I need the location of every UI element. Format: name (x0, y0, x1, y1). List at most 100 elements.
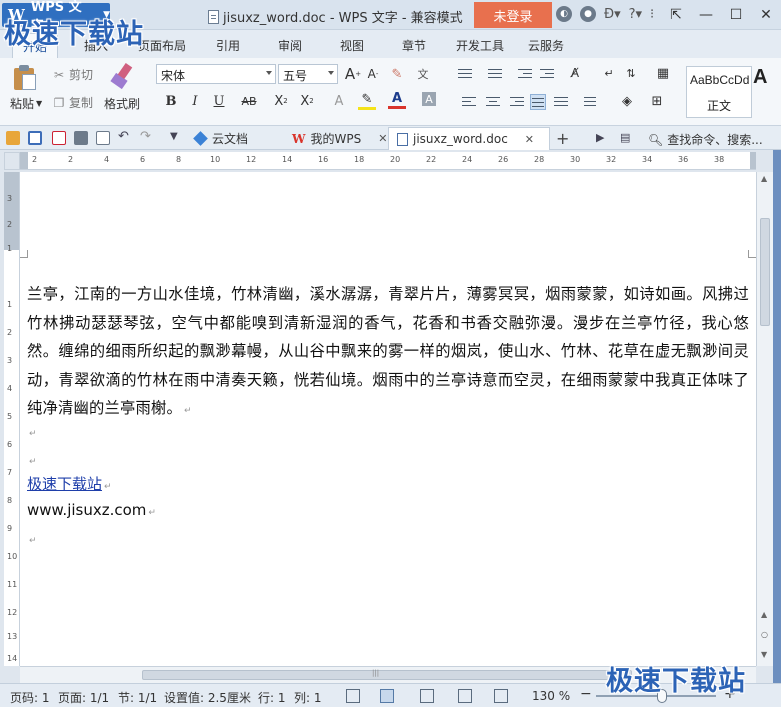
document-page[interactable]: 兰亭，江南的一方山水佳境，竹林清幽，溪水潺潺，青翠片片，薄雾冥冥，烟雨蒙蒙，如诗… (20, 172, 756, 666)
increase-indent-icon[interactable] (540, 68, 554, 80)
border-icon[interactable]: ⊞ (648, 92, 666, 110)
vertical-scrollbar[interactable]: ▲ ▲ ○ ▼ (756, 172, 773, 666)
style-normal[interactable]: AaBbCcDd 正文 (686, 66, 752, 118)
ruler-tick: 4 (7, 384, 13, 393)
bold-icon[interactable]: B (162, 92, 180, 110)
help-icon[interactable]: ?▾ (629, 6, 642, 22)
status-row: 行: 1 (258, 691, 286, 705)
paragraph-shading-icon[interactable]: ◈ (618, 92, 636, 110)
zoom-out-icon[interactable]: − (580, 686, 592, 702)
style-next[interactable]: A (753, 66, 767, 89)
font-name-select[interactable]: 宋体 (156, 64, 276, 84)
show-marks-icon[interactable]: ↵ (600, 64, 618, 82)
hyperlink[interactable]: 极速下载站 (27, 475, 102, 493)
more-icon[interactable]: ⁝ (650, 6, 654, 22)
format-painter-button[interactable]: 格式刷 (104, 95, 140, 112)
doc-tab-jisuxz[interactable]: jisuxz_word.doc ✕ (388, 127, 550, 150)
strikethrough-icon[interactable]: AB (240, 92, 258, 110)
body-paragraph[interactable]: 兰亭，江南的一方山水佳境，竹林清幽，溪水潺潺，青翠片片，薄雾冥冥，烟雨蒙蒙，如诗… (27, 280, 749, 426)
tab-cloud-service[interactable]: 云服务 (522, 35, 570, 56)
align-left-icon[interactable] (462, 96, 476, 108)
doc-tab-cloud[interactable]: 云文档 (186, 127, 256, 150)
undo-icon[interactable]: ↶ (118, 129, 132, 144)
minimize-button[interactable]: — (691, 0, 721, 30)
phonetic-icon[interactable]: 文 (414, 65, 432, 83)
maximize-button[interactable]: ☐ (721, 0, 751, 30)
layout-icon[interactable]: ▤ (620, 131, 634, 145)
customize-dropdown-icon[interactable]: ▼ (170, 131, 184, 145)
align-center-icon[interactable] (486, 96, 500, 108)
clear-format-icon[interactable]: ✎ (388, 65, 406, 83)
reading-mode-icon[interactable] (494, 689, 508, 703)
format-painter-icon[interactable] (110, 62, 134, 90)
justify-icon[interactable] (530, 94, 546, 110)
font-color-icon[interactable]: A (388, 91, 406, 109)
zoom-value[interactable]: 130 % (532, 689, 570, 703)
text-effect-icon[interactable]: A (330, 92, 348, 110)
distribute-icon[interactable] (554, 96, 568, 108)
subscript-icon[interactable]: X2 (298, 92, 316, 110)
numbered-list-icon[interactable] (488, 68, 502, 80)
tab-references[interactable]: 引用 (210, 35, 246, 56)
scroll-up-icon[interactable]: ▲ (761, 174, 767, 183)
font-size-select[interactable]: 五号 (278, 64, 338, 84)
ruler-tick: 13 (7, 632, 18, 641)
next-page-icon[interactable]: ▼ (761, 650, 767, 659)
superscript-icon[interactable]: X2 (272, 92, 290, 110)
command-search[interactable]: 🔍︎ 查找命令、搜索... (648, 131, 763, 148)
scroll-thumb[interactable] (760, 218, 770, 326)
italic-icon[interactable]: I (186, 92, 204, 110)
sort-icon[interactable]: ⇅ (622, 64, 640, 82)
tab-chapter[interactable]: 章节 (396, 35, 432, 56)
grow-font-icon[interactable]: A + (344, 65, 362, 83)
close-icon[interactable]: ✕ (378, 132, 387, 145)
align-right-icon[interactable] (510, 96, 524, 108)
bullet-list-icon[interactable] (458, 68, 472, 80)
print-icon[interactable] (74, 131, 88, 145)
tab-developer[interactable]: 开发工具 (450, 35, 510, 56)
scroll-thumb[interactable] (142, 670, 632, 680)
url-text[interactable]: www.jisuxz.com (27, 501, 146, 519)
chinese-layout-icon[interactable]: A̸ (566, 64, 584, 82)
restore-ribbon-icon[interactable]: ⇱ (661, 0, 691, 30)
web-view-icon[interactable] (458, 689, 472, 703)
cut-button[interactable]: ✂ 剪切 (52, 66, 93, 83)
save-icon[interactable] (28, 131, 42, 145)
decrease-indent-icon[interactable] (518, 68, 532, 80)
redo-icon[interactable]: ↷ (140, 129, 154, 144)
copy-button[interactable]: ❐ 复制 (52, 94, 93, 111)
play-icon[interactable]: ▶ (596, 131, 610, 145)
ruler-tick: 1 (7, 244, 13, 253)
fullscreen-icon[interactable] (346, 689, 360, 703)
print-preview-icon[interactable] (96, 131, 110, 145)
tab-view[interactable]: 视图 (334, 35, 370, 56)
select-browse-icon[interactable]: ○ (761, 630, 768, 639)
vertical-ruler[interactable]: 3 2 1 1 2 3 4 5 6 7 8 9 10 11 12 13 14 (4, 172, 20, 666)
outline-view-icon[interactable] (420, 689, 434, 703)
prev-page-icon[interactable]: ▲ (761, 610, 767, 619)
page-view-icon[interactable] (380, 689, 394, 703)
feedback-icon[interactable]: ● (580, 6, 596, 22)
doc-tab-mywps[interactable]: W 我的WPS ✕ (284, 127, 395, 150)
tab-review[interactable]: 审阅 (272, 35, 308, 56)
highlight-icon[interactable]: ✎ (358, 92, 376, 110)
paste-icon[interactable] (12, 64, 38, 92)
export-pdf-icon[interactable] (52, 131, 66, 145)
font-name-value: 宋体 (161, 69, 186, 83)
login-button[interactable]: 未登录 (474, 2, 552, 28)
task-pane-strip[interactable] (773, 150, 781, 687)
close-button[interactable]: ✕ (751, 0, 781, 30)
char-shading-icon[interactable]: A (422, 92, 436, 106)
table-grid-icon[interactable]: ▦ (654, 64, 672, 82)
theme-icon[interactable]: Ð▾ (604, 6, 621, 22)
new-tab-button[interactable]: + (556, 129, 569, 148)
open-folder-icon[interactable] (6, 131, 20, 145)
close-icon[interactable]: ✕ (525, 133, 534, 146)
shrink-font-icon[interactable]: A- (364, 65, 382, 83)
underline-icon[interactable]: U (210, 92, 228, 110)
horizontal-ruler[interactable]: 2 2 4 6 8 10 12 14 16 18 20 22 24 26 28 … (20, 152, 756, 170)
skin-icon[interactable]: ◐ (556, 6, 572, 22)
ruler-corner[interactable] (4, 152, 20, 170)
line-spacing-icon[interactable] (582, 96, 596, 108)
paste-button[interactable]: 粘贴 ▼ (10, 95, 42, 112)
